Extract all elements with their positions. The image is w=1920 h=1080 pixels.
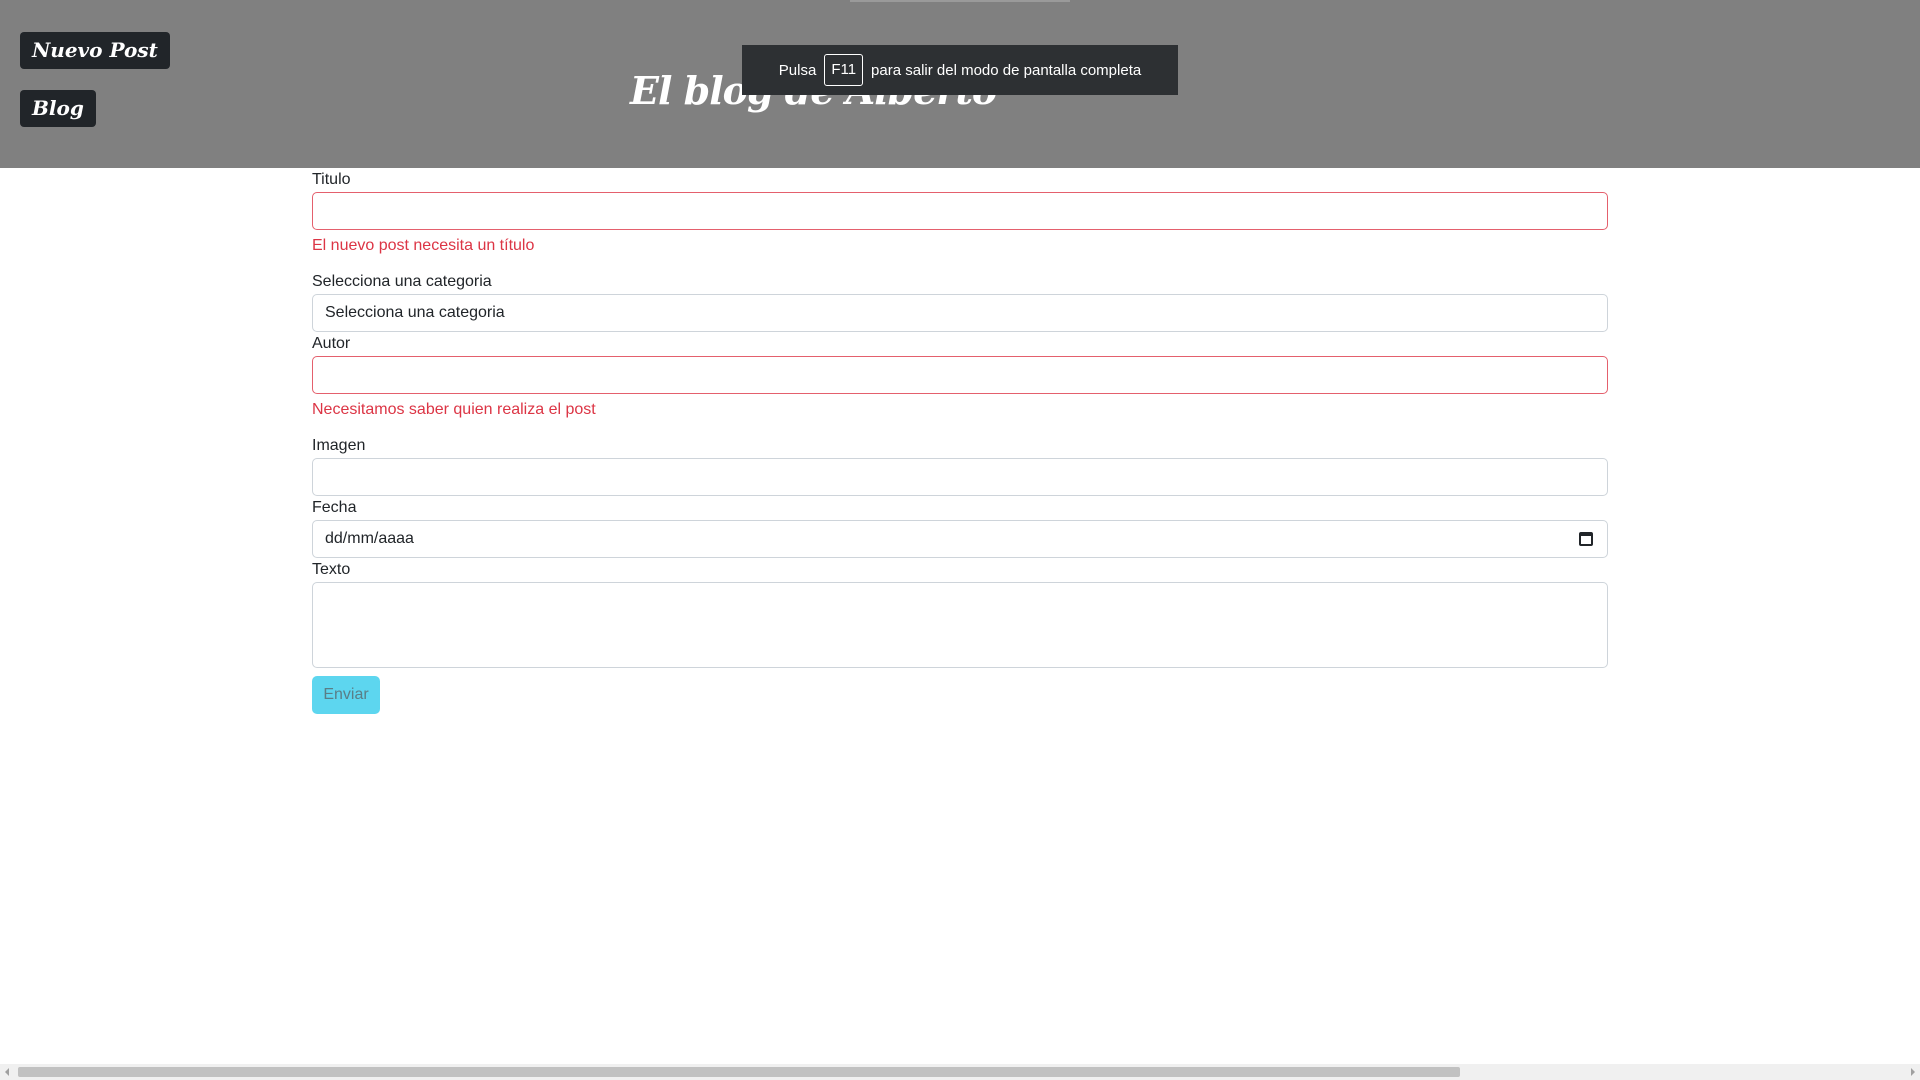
blog-button[interactable]: Blog [20,90,96,127]
submit-button[interactable]: Enviar [312,676,380,714]
text-label: Texto [312,561,351,578]
date-input[interactable]: dd/mm/aaaa [312,520,1608,558]
nuevo-post-button[interactable]: Nuevo Post [20,32,170,69]
scroll-right-icon[interactable] [1911,1068,1915,1076]
image-label: Imagen [312,437,366,454]
toast-suffix: para salir del modo de pantalla completa [871,61,1142,79]
scroll-left-icon[interactable] [5,1068,9,1076]
date-label: Fecha [312,499,357,516]
author-input[interactable] [312,356,1608,394]
horizontal-scrollbar[interactable] [0,1064,1920,1080]
toast-prefix: Pulsa [778,61,817,79]
category-select[interactable]: Selecciona una categoria [312,294,1608,332]
category-label: Selecciona una categoria [312,273,492,290]
title-input[interactable] [312,192,1608,230]
author-error: Necesitamos saber quien realiza el post [312,401,596,418]
fullscreen-toast: Pulsa F11 para salir del modo de pantall… [742,45,1178,95]
calendar-icon[interactable] [1579,532,1593,546]
title-label: Titulo [312,171,351,188]
toast-key: F11 [824,54,864,86]
title-error: El nuevo post necesita un título [312,237,535,254]
author-label: Autor [312,335,351,352]
scrollbar-thumb[interactable] [18,1067,1460,1077]
text-textarea[interactable] [312,582,1608,668]
fullscreen-indicator-line [850,0,1070,2]
image-input[interactable] [312,458,1608,496]
date-placeholder: dd/mm/aaaa [325,530,414,547]
